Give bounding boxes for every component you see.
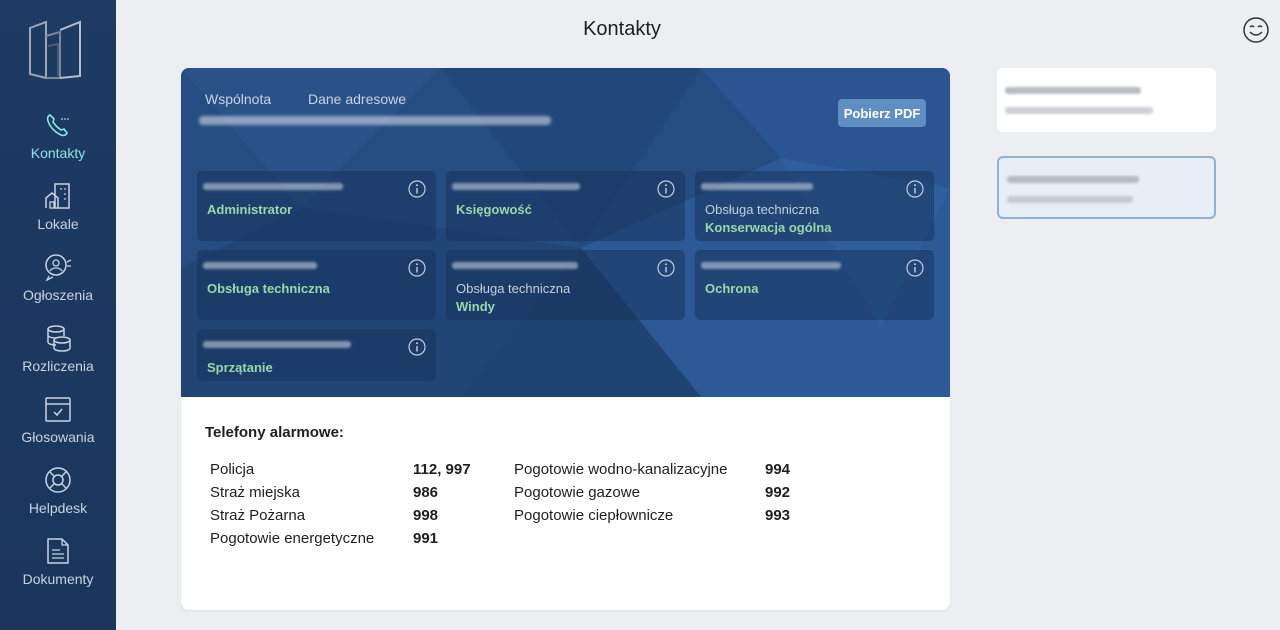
sidebar-item-rozliczenia[interactable]: Rozliczenia bbox=[0, 323, 116, 389]
contact-card[interactable]: Administrator bbox=[197, 171, 436, 241]
contact-role: Księgowość bbox=[456, 202, 532, 217]
phone-name: Straż Pożarna bbox=[210, 507, 306, 524]
phone-name: Pogotowie energetyczne bbox=[210, 530, 375, 547]
contact-subrole: Konserwacja ogólna bbox=[705, 220, 832, 235]
community-name-redacted bbox=[1005, 87, 1141, 94]
sidebar: Kontakty Lokale Ogłoszenia Rozliczenia G… bbox=[0, 0, 116, 630]
sidebar-item-label: Kontakty bbox=[30, 145, 86, 161]
sidebar-item-glosowania[interactable]: Głosowania bbox=[0, 394, 116, 460]
download-pdf-button[interactable]: Pobierz PDF bbox=[838, 99, 926, 127]
info-icon[interactable] bbox=[657, 259, 675, 277]
contact-name-redacted bbox=[203, 341, 351, 348]
contact-card[interactable]: Ochrona bbox=[695, 250, 934, 320]
sidebar-item-label: Ogłoszenia bbox=[22, 287, 94, 303]
info-icon[interactable] bbox=[408, 180, 426, 198]
info-icon[interactable] bbox=[408, 259, 426, 277]
contact-name-redacted bbox=[701, 183, 813, 190]
contact-name-redacted bbox=[452, 183, 580, 190]
announcement-icon bbox=[45, 254, 72, 282]
sidebar-item-label: Dokumenty bbox=[22, 571, 94, 587]
contact-card[interactable]: Obsługa techniczna bbox=[197, 250, 436, 320]
contact-name-redacted bbox=[203, 183, 343, 190]
contact-role: Obsługa techniczna bbox=[705, 202, 820, 217]
contact-role: Administrator bbox=[207, 202, 293, 217]
community-address-redacted bbox=[1007, 196, 1133, 203]
contacts-card: Wspólnota Dane adresowe Pobierz PDF Admi… bbox=[181, 68, 950, 610]
phone-name: Policja bbox=[210, 461, 255, 478]
phone-name: Pogotowie gazowe bbox=[514, 484, 640, 501]
tab-wspolnota[interactable]: Wspólnota bbox=[205, 91, 271, 107]
contact-role: Obsługa techniczna bbox=[207, 281, 330, 296]
app-logo bbox=[29, 20, 81, 80]
info-icon[interactable] bbox=[657, 180, 675, 198]
building-icon bbox=[45, 183, 70, 209]
coins-icon bbox=[47, 325, 71, 352]
info-icon[interactable] bbox=[408, 338, 426, 356]
sidebar-item-label: Lokale bbox=[37, 216, 79, 232]
info-icon[interactable] bbox=[906, 259, 924, 277]
phone-number: 991 bbox=[413, 530, 439, 547]
community-header: Wspólnota Dane adresowe Pobierz PDF Admi… bbox=[181, 68, 950, 397]
phone-name: Pogotowie ciepłownicze bbox=[514, 507, 674, 524]
sidebar-item-helpdesk[interactable]: Helpdesk bbox=[0, 465, 116, 531]
info-icon[interactable] bbox=[906, 180, 924, 198]
tab-dane-adresowe[interactable]: Dane adresowe bbox=[308, 91, 406, 107]
sidebar-item-lokale[interactable]: Lokale bbox=[0, 181, 116, 247]
community-name-redacted bbox=[1007, 176, 1139, 183]
sidebar-item-label: Rozliczenia bbox=[22, 358, 94, 374]
community-list-item[interactable] bbox=[997, 68, 1216, 132]
contact-name-redacted bbox=[203, 262, 317, 269]
community-name-redacted bbox=[199, 116, 551, 125]
phone-number: 993 bbox=[765, 507, 791, 524]
community-list-item-selected[interactable] bbox=[997, 156, 1216, 219]
lifebuoy-icon bbox=[45, 467, 71, 493]
contact-name-redacted bbox=[701, 262, 841, 269]
page-title: Kontakty bbox=[583, 18, 661, 40]
document-icon bbox=[47, 538, 69, 564]
calendar-check-icon bbox=[45, 397, 71, 422]
contact-name-redacted bbox=[452, 262, 578, 269]
contact-role: Ochrona bbox=[705, 281, 759, 296]
phone-name: Straż miejska bbox=[210, 484, 301, 501]
contact-card[interactable]: Sprzątanie bbox=[197, 329, 436, 381]
sidebar-item-label: Głosowania bbox=[21, 429, 95, 445]
phone-number: 992 bbox=[765, 484, 791, 501]
sidebar-item-dokumenty[interactable]: Dokumenty bbox=[0, 536, 116, 602]
contact-subrole: Windy bbox=[456, 299, 495, 314]
community-address-redacted bbox=[1005, 107, 1153, 114]
contact-role: Sprzątanie bbox=[207, 360, 273, 375]
phone-number: 986 bbox=[413, 484, 439, 501]
contact-card[interactable]: Obsługa techniczna Konserwacja ogólna bbox=[695, 171, 934, 241]
phone-number: 994 bbox=[765, 461, 791, 478]
sidebar-item-kontakty[interactable]: Kontakty bbox=[0, 110, 116, 176]
smiley-icon[interactable] bbox=[1242, 16, 1270, 44]
phone-number: 998 bbox=[413, 507, 439, 524]
contact-card[interactable]: Obsługa techniczna Windy bbox=[446, 250, 685, 320]
alarm-phones-title: Telefony alarmowe: bbox=[205, 424, 344, 441]
contact-role: Obsługa techniczna bbox=[456, 281, 571, 296]
contact-card[interactable]: Księgowość bbox=[446, 171, 685, 241]
sidebar-item-label: Helpdesk bbox=[28, 500, 88, 516]
phone-number: 112, 997 bbox=[413, 461, 471, 478]
phone-name: Pogotowie wodno-kanalizacyjne bbox=[514, 461, 728, 478]
phone-icon bbox=[46, 114, 69, 137]
sidebar-item-ogloszenia[interactable]: Ogłoszenia bbox=[0, 252, 116, 318]
